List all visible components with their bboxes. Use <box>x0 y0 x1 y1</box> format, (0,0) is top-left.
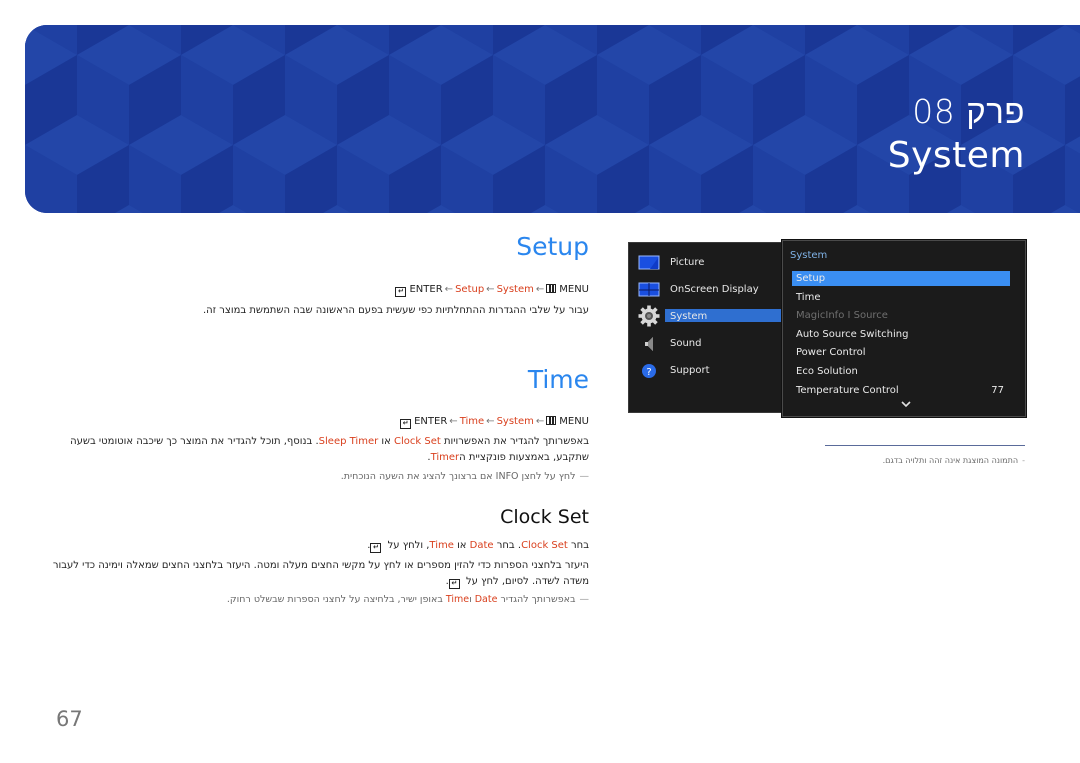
text: או <box>378 436 394 447</box>
gear-icon <box>638 305 660 327</box>
osd-main-menu: Picture OnScreen Display System Sound ? … <box>628 242 788 413</box>
timer-term: Timer <box>430 452 460 463</box>
submenu-item-setup[interactable]: Setup <box>792 271 1010 286</box>
clock-set-section: Clock Set <box>49 506 589 528</box>
chapter-number: פרק 08 <box>912 92 1025 131</box>
page-number: 67 <box>56 707 83 731</box>
menu-icon <box>546 284 557 293</box>
clock-set-step2: היעזר בלחצני הספרות כדי להזין מספרים או … <box>49 558 589 590</box>
submenu-item-auto-source-switching[interactable]: Auto Source Switching <box>795 327 1010 342</box>
text: באופן ישיר, בלחיצה על לחצני הספרות שבשלט… <box>226 594 446 605</box>
path-menu: MENU <box>559 416 589 427</box>
osd-item-picture[interactable]: Picture <box>629 254 787 274</box>
sleep-timer-term: Sleep Timer <box>318 436 379 447</box>
path-time: Time <box>459 416 485 427</box>
time-heading: Time <box>527 365 589 394</box>
clock-set-term: Clock Set <box>394 436 441 447</box>
submenu-label: Temperature Control <box>796 385 899 396</box>
osd-item-sound[interactable]: Sound <box>629 335 787 355</box>
text: , ולחץ על <box>384 540 430 551</box>
text: באפשרותך להגדיר <box>497 594 576 605</box>
osd-item-label: Sound <box>670 338 702 349</box>
submenu-title: System <box>790 250 828 261</box>
path-enter: ENTER <box>414 416 448 427</box>
time-description: באפשרותך להגדיר את האפשרויות Clock Set א… <box>49 434 589 466</box>
clock-set-term: Clock Set <box>521 540 568 551</box>
submenu-item-temperature-control[interactable]: Temperature Control 77 <box>795 383 1010 398</box>
chapter-title: System <box>887 135 1025 176</box>
caption-divider <box>825 445 1025 446</box>
submenu-item-power-control[interactable]: Power Control <box>795 345 1010 360</box>
enter-icon: ↵ <box>370 543 382 553</box>
text: באפשרותך להגדיר את האפשרויות <box>440 436 589 447</box>
chevron-down-icon[interactable] <box>900 400 912 408</box>
setup-path: ↵ ENTER ← Setup ← System ← MENU <box>49 284 589 297</box>
osd-item-label: System <box>670 311 708 322</box>
setup-description: עבור על שלבי ההגדרות ההתחלתיות כפי שעשית… <box>202 305 589 316</box>
menu-icon <box>546 416 557 425</box>
image-caption: -התמונה המוצגת אינה זהה ותלויה בדגם. <box>882 456 1025 465</box>
onscreen-display-icon <box>638 282 660 297</box>
submenu-item-time[interactable]: Time <box>795 290 1010 305</box>
text: או <box>453 540 470 551</box>
osd-item-label: OnScreen Display <box>670 284 759 295</box>
clock-set-heading: Clock Set <box>500 506 589 528</box>
picture-icon <box>638 255 660 270</box>
osd-item-system[interactable]: System <box>629 305 787 328</box>
osd-item-label: Support <box>670 365 710 376</box>
clock-set-step1: בחר Clock Set. בחר Date או Time, ולחץ על… <box>49 538 589 554</box>
enter-icon: ↵ <box>448 579 460 589</box>
path-system: System <box>496 416 534 427</box>
submenu-label: Auto Source Switching <box>796 329 909 340</box>
submenu-label: Setup <box>796 273 826 284</box>
path-system: System <box>496 284 534 295</box>
time-section: Time <box>49 365 589 394</box>
temperature-value: 77 <box>991 385 1004 396</box>
time-path: ↵ ENTER ← Time ← System ← MENU <box>49 416 589 429</box>
date-term: Date <box>469 540 494 551</box>
enter-icon: ↵ <box>400 419 412 429</box>
osd-item-support[interactable]: ? Support <box>629 362 787 382</box>
note-text: לחץ על לחצן INFO אם ברצונך להציג את השעה… <box>340 471 576 482</box>
submenu-label: Time <box>796 292 821 303</box>
enter-icon: ↵ <box>395 287 407 297</box>
time-note: —לחץ על לחצן INFO אם ברצונך להציג את השע… <box>340 471 589 482</box>
text: בחר <box>567 540 589 551</box>
path-setup: Setup <box>455 284 485 295</box>
setup-heading: Setup <box>516 232 589 261</box>
osd-submenu: System Setup Time MagicInfo I Source Aut… <box>782 240 1026 417</box>
text: . בחר <box>493 540 522 551</box>
time-term: Time <box>445 594 470 605</box>
cube-face <box>1065 145 1080 213</box>
submenu-label: MagicInfo I Source <box>796 310 888 321</box>
submenu-item-eco-solution[interactable]: Eco Solution <box>795 364 1010 379</box>
question-icon: ? <box>642 364 656 378</box>
submenu-label: Eco Solution <box>796 366 858 377</box>
caption-text: התמונה המוצגת אינה זהה ותלויה בדגם. <box>882 456 1019 465</box>
path-menu: MENU <box>559 284 589 295</box>
osd-item-label: Picture <box>670 257 705 268</box>
text: היעזר בלחצני הספרות כדי להזין מספרים או … <box>52 560 589 587</box>
submenu-label: Power Control <box>796 347 866 358</box>
submenu-item-magicinfo-source: MagicInfo I Source <box>795 308 1010 323</box>
time-term: Time <box>429 540 454 551</box>
osd-item-onscreen-display[interactable]: OnScreen Display <box>629 281 787 301</box>
speaker-icon <box>645 337 653 351</box>
svg-text:?: ? <box>646 367 651 378</box>
date-term: Date <box>474 594 498 605</box>
path-enter: ENTER <box>409 284 443 295</box>
setup-section: Setup <box>49 232 589 261</box>
chapter-banner: פרק 08 System <box>25 25 1080 213</box>
clock-set-note: —באפשרותך להגדיר Date וTime באופן ישיר, … <box>226 594 589 605</box>
